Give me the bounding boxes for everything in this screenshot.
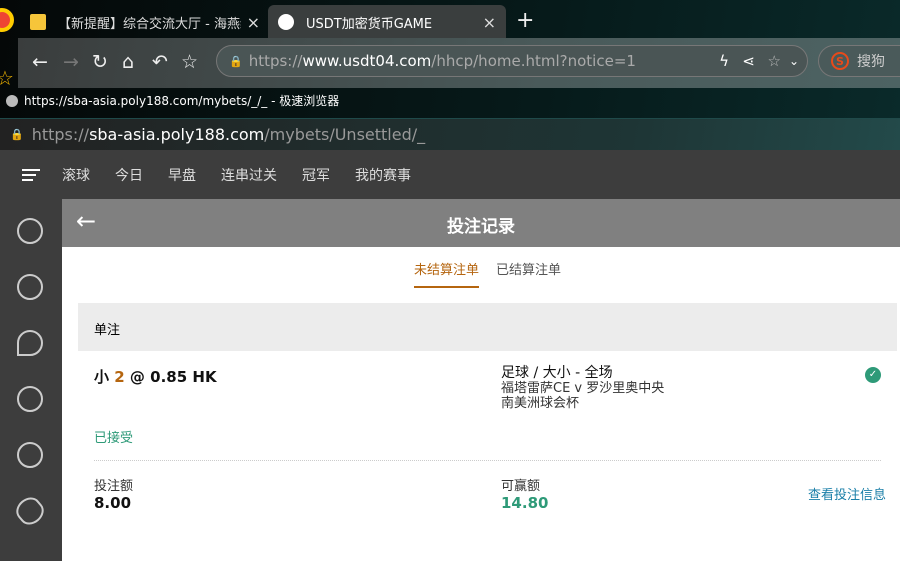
tab-label: USDT加密货币GAME [306, 16, 433, 32]
url-prefix: https:// [248, 52, 303, 70]
tennis-icon[interactable] [17, 330, 43, 356]
win-value: 14.80 [501, 494, 549, 512]
nav-today[interactable]: 今日 [115, 165, 143, 185]
back-arrow-icon[interactable]: ← [32, 51, 48, 73]
url-path: /hhcp/home.html?notice=1 [431, 52, 636, 70]
share-icon[interactable]: ⋖ [742, 52, 755, 70]
section-header-single: 单注 [78, 303, 897, 351]
globe-icon [6, 94, 18, 107]
check-circle-icon: ✓ [865, 367, 881, 383]
undo-icon[interactable]: ↶ [152, 51, 168, 73]
stake-label: 投注额 [94, 479, 134, 494]
status-text: https://sba-asia.poly188.com/mybets/_/_ … [24, 94, 340, 108]
lock-icon: 🔒 [229, 54, 243, 68]
top-nav: 滚球 今日 早盘 连串过关 冠军 我的赛事 [0, 150, 900, 199]
status-accepted: 已接受 [94, 431, 134, 446]
sogou-logo-icon: S [831, 52, 849, 70]
stake-block: 投注额 8.00 [94, 475, 133, 512]
tab-settled[interactable]: 已结算注单 [496, 259, 561, 278]
favorites-star-icon[interactable]: ☆ [0, 66, 14, 90]
menu-icon[interactable] [22, 166, 40, 184]
status-bar: https://sba-asia.poly188.com/mybets/_/_ … [6, 92, 339, 109]
nav-early[interactable]: 早盘 [168, 165, 196, 185]
bet-selection: 小 2 @ 0.85 HK [94, 366, 217, 387]
match: 福塔雷萨CE v 罗沙里奥中央 [501, 381, 665, 396]
bet-tabs: 未结算注单 已结算注单 [62, 247, 900, 290]
close-tab-icon[interactable]: × [247, 13, 260, 32]
win-label: 可赢额 [501, 479, 541, 494]
sport-sidebar [0, 199, 62, 561]
market: 足球 / 大小 - 全场 [501, 365, 613, 381]
nav-outright[interactable]: 冠军 [302, 165, 330, 185]
nav-parlay[interactable]: 连串过关 [221, 165, 277, 185]
url-prefix: https:// [31, 125, 90, 144]
new-tab-button[interactable]: + [516, 8, 534, 33]
popup-address-bar[interactable]: 🔒 https://sba-asia.poly188.com/mybets/Un… [0, 118, 900, 150]
forward-arrow-icon[interactable]: → [63, 51, 79, 73]
page-header: ← 投注记录 [62, 199, 900, 247]
reload-icon[interactable]: ↻ [92, 51, 108, 73]
globe-icon [278, 14, 294, 30]
nav-my-events[interactable]: 我的赛事 [355, 165, 411, 185]
divider [94, 460, 881, 461]
search-engine-label: 搜狗 [857, 54, 885, 70]
basketball-icon[interactable] [17, 274, 43, 300]
bet-event-info: 足球 / 大小 - 全场 福塔雷萨CE v 罗沙里奥中央 南美洲球会杯 [501, 365, 665, 412]
site-favicon-icon [30, 14, 46, 30]
url-path: /mybets/Unsettled/_ [264, 125, 426, 144]
search-box[interactable]: S 搜狗 [818, 45, 900, 77]
tab-inactive[interactable]: 【新提醒】综合交流大厅 - 海燕绿 × [20, 5, 270, 39]
volleyball-icon[interactable] [17, 386, 43, 412]
close-tab-icon[interactable]: × [483, 13, 496, 32]
handicap-line: 2 [114, 368, 125, 386]
stake-value: 8.00 [94, 494, 132, 512]
star-icon[interactable]: ☆ [768, 52, 781, 70]
page-title: 投注记录 [447, 217, 515, 237]
chevron-down-icon[interactable]: ⌄ [789, 54, 799, 68]
view-bet-details-link[interactable]: 查看投注信息 [808, 484, 886, 503]
football-icon[interactable] [11, 492, 49, 530]
odds: 0.85 HK [150, 368, 217, 386]
toolbar: ← → ↻ ⌂ ↶ ☆ 🔒 https://www.usdt04.com/hhc… [18, 38, 900, 88]
selection: 小 [94, 368, 110, 386]
home-icon[interactable]: ⌂ [122, 51, 134, 73]
browser-logo-icon [0, 8, 14, 32]
at-sign: @ [129, 368, 145, 386]
lock-icon: 🔒 [10, 128, 24, 141]
league: 南美洲球会杯 [501, 396, 580, 411]
bookmark-star-icon[interactable]: ☆ [181, 51, 198, 73]
url-host: sba-asia.poly188.com [89, 125, 265, 144]
url-host: www.usdt04.com [302, 52, 432, 70]
tab-active[interactable]: USDT加密货币GAME × [268, 5, 506, 39]
tab-unsettled[interactable]: 未结算注单 [414, 259, 480, 288]
browser-chrome: ☆ 【新提醒】综合交流大厅 - 海燕绿 × USDT加密货币GAME × + ←… [0, 0, 900, 150]
baseball-icon[interactable] [17, 442, 43, 468]
nav-live[interactable]: 滚球 [62, 165, 90, 185]
win-block: 可赢额 14.80 [501, 475, 548, 512]
soccer-icon[interactable] [17, 218, 43, 244]
address-bar[interactable]: 🔒 https://www.usdt04.com/hhcp/home.html?… [216, 45, 808, 77]
tab-label: 【新提醒】综合交流大厅 - 海燕绿 [58, 16, 241, 32]
lightning-icon[interactable]: ϟ [719, 52, 729, 70]
